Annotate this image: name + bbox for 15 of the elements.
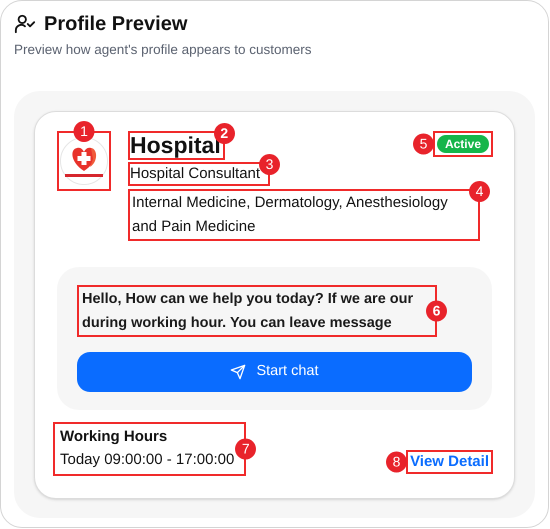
user-check-icon [14,13,36,35]
number-badge: 7 [235,438,256,460]
number-badge: 5 [412,134,434,155]
status-badge: Active [436,135,489,154]
working-hours-title: Working Hours [60,427,168,448]
number-badge: 8 [386,452,408,473]
number-badge: 3 [259,154,280,176]
number-badge: 6 [426,300,447,322]
number-badge: 4 [469,181,490,202]
send-icon [230,364,246,380]
start-chat-button[interactable]: Start chat [77,352,472,392]
panel-subtitle: Preview how agent's profile appears to customers [14,41,312,59]
panel-title: Profile Preview [44,12,188,36]
number-badge: 1 [74,121,94,142]
working-hours-value: Today 09:00:00 - 17:00:00 [60,450,234,470]
